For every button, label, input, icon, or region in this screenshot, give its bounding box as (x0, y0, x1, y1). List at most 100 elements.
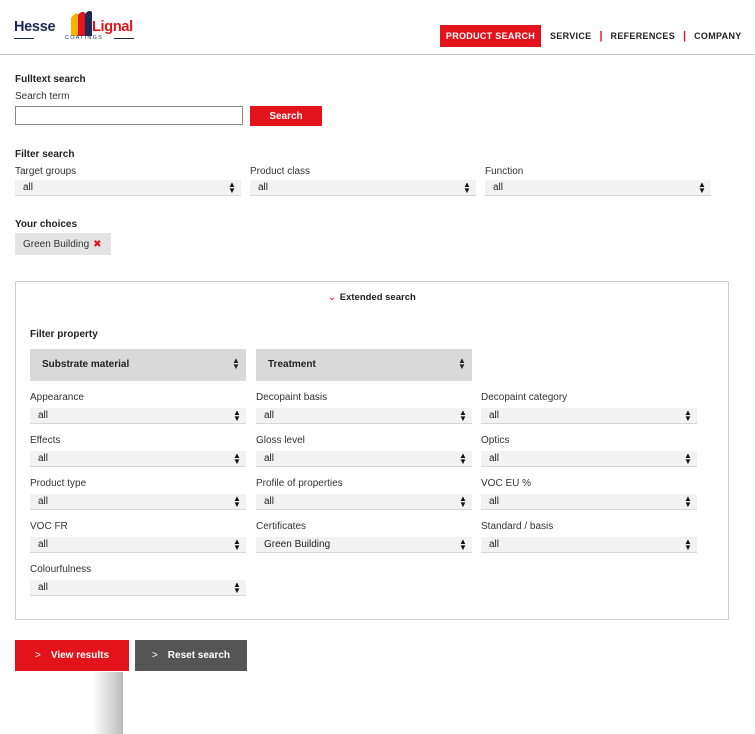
search-term-label: Search term (15, 91, 70, 102)
sort-arrows-icon: ▲ ▼ (233, 537, 241, 552)
decopaint-category-select[interactable]: all ▲ ▼ (481, 408, 697, 424)
select-value: all (489, 453, 500, 464)
sort-arrows-icon: ▲ ▼ (684, 451, 692, 466)
fulltext-heading: Fulltext search (15, 74, 86, 85)
function-select[interactable]: all ▲ ▼ (485, 180, 711, 196)
view-results-label: View results (50, 650, 110, 661)
decopaint-basis-label: Decopaint basis (256, 392, 328, 403)
sort-arrows-icon: ▲ ▼ (459, 494, 467, 509)
optics-label: Optics (481, 435, 510, 446)
logo-word-hesse: Hesse (14, 19, 56, 35)
sort-arrows-icon: ▲ ▼ (463, 180, 471, 195)
select-value: all (38, 496, 49, 507)
sort-arrows-icon: ▲ ▼ (459, 537, 467, 552)
sort-arrows-icon: ▲ ▼ (459, 451, 467, 466)
profile-of-properties-select[interactable]: all ▲ ▼ (256, 494, 472, 510)
logo-flag-icon (71, 10, 92, 36)
select-value: Treatment (268, 359, 316, 370)
nav-company[interactable]: COMPANY (694, 31, 741, 41)
choices-heading: Your choices (15, 219, 78, 230)
gloss-level-select[interactable]: all ▲ ▼ (256, 451, 472, 467)
certificates-label: Certificates (256, 521, 307, 532)
sort-arrows-icon: ▲ ▼ (233, 580, 241, 595)
select-value: all (489, 496, 500, 507)
optics-select[interactable]: all ▲ ▼ (481, 451, 697, 467)
chevron-right-icon: > (151, 650, 158, 661)
page-edge-shadow (93, 672, 123, 734)
filter-heading: Filter search (15, 149, 75, 160)
logo-rule-right (114, 38, 134, 39)
select-value: all (493, 182, 504, 193)
sort-arrows-icon: ▲ ▼ (684, 408, 692, 423)
effects-label: Effects (30, 435, 61, 446)
substrate-material-select[interactable]: Substrate material ▲ ▼ (30, 349, 246, 381)
function-label: Function (485, 166, 524, 177)
certificates-select[interactable]: Green Building ▲ ▼ (256, 537, 472, 553)
logo-word-lignal: Lignal (92, 19, 133, 35)
colourfulness-select[interactable]: all ▲ ▼ (30, 580, 246, 596)
target-groups-select[interactable]: all ▲ ▼ (15, 180, 241, 196)
reset-search-button[interactable]: > Reset search (135, 640, 247, 671)
select-value: all (38, 453, 49, 464)
chevron-down-icon: ⌄ (328, 292, 336, 302)
site-header: Hesse Lignal COATINGS PRODUCT SEARCH SER… (0, 0, 755, 55)
nav-service[interactable]: SERVICE (550, 31, 591, 41)
decopaint-basis-select[interactable]: all ▲ ▼ (256, 408, 472, 424)
extended-search-panel: ⌄ Extended search Filter property Substra… (15, 281, 729, 620)
select-value: all (264, 496, 275, 507)
remove-icon[interactable]: ✖ (93, 239, 101, 250)
select-value: Substrate material (42, 359, 130, 370)
target-groups-label: Target groups (15, 166, 77, 177)
sort-arrows-icon: ▲ ▼ (458, 356, 466, 371)
sort-arrows-icon: ▲ ▼ (684, 494, 692, 509)
hesse-lignal-logo[interactable]: Hesse Lignal COATINGS (14, 10, 134, 46)
product-class-select[interactable]: all ▲ ▼ (250, 180, 476, 196)
main-nav: SERVICE | REFERENCES | COMPANY (550, 25, 742, 47)
extended-search-toggle[interactable]: ⌄ Extended search (16, 292, 728, 303)
voc-eu-select[interactable]: all ▲ ▼ (481, 494, 697, 510)
choice-chip: Green Building ✖ (15, 233, 111, 255)
select-value: all (38, 539, 49, 550)
voc-fr-label: VOC FR (30, 521, 68, 532)
standard-basis-label: Standard / basis (481, 521, 554, 532)
sort-arrows-icon: ▲ ▼ (228, 180, 236, 195)
appearance-select[interactable]: all ▲ ▼ (30, 408, 246, 424)
select-value: all (264, 410, 275, 421)
appearance-label: Appearance (30, 392, 84, 403)
select-value: all (23, 182, 34, 193)
voc-eu-label: VOC EU % (481, 478, 532, 489)
reset-search-label: Reset search (167, 650, 231, 661)
colourfulness-label: Colourfulness (30, 564, 92, 575)
select-value: all (258, 182, 269, 193)
sort-arrows-icon: ▲ ▼ (684, 537, 692, 552)
sort-arrows-icon: ▲ ▼ (232, 356, 240, 371)
filter-property-heading: Filter property (30, 329, 98, 340)
extended-search-label: Extended search (339, 292, 416, 303)
sort-arrows-icon: ▲ ▼ (459, 408, 467, 423)
product-class-label: Product class (250, 166, 311, 177)
select-value: all (489, 539, 500, 550)
effects-select[interactable]: all ▲ ▼ (30, 451, 246, 467)
search-term-input[interactable] (15, 106, 243, 125)
product-type-select[interactable]: all ▲ ▼ (30, 494, 246, 510)
chevron-right-icon: > (34, 650, 41, 661)
standard-basis-select[interactable]: all ▲ ▼ (481, 537, 697, 553)
sort-arrows-icon: ▲ ▼ (233, 408, 241, 423)
select-value: all (264, 453, 275, 464)
sort-arrows-icon: ▲ ▼ (698, 180, 706, 195)
view-results-button[interactable]: > View results (15, 640, 129, 671)
nav-references[interactable]: REFERENCES (611, 31, 676, 41)
nav-product-search[interactable]: PRODUCT SEARCH (440, 25, 541, 47)
treatment-select[interactable]: Treatment ▲ ▼ (256, 349, 472, 381)
chip-label: Green Building (23, 238, 90, 250)
profile-of-properties-label: Profile of properties (256, 478, 343, 489)
gloss-level-label: Gloss level (256, 435, 305, 446)
search-button[interactable]: Search (250, 106, 322, 126)
voc-fr-select[interactable]: all ▲ ▼ (30, 537, 246, 553)
nav-separator: | (599, 30, 603, 42)
nav-separator: | (683, 30, 687, 42)
select-value: all (489, 410, 500, 421)
select-value: all (38, 582, 49, 593)
logo-rule-left (14, 38, 34, 39)
select-value: all (38, 410, 49, 421)
